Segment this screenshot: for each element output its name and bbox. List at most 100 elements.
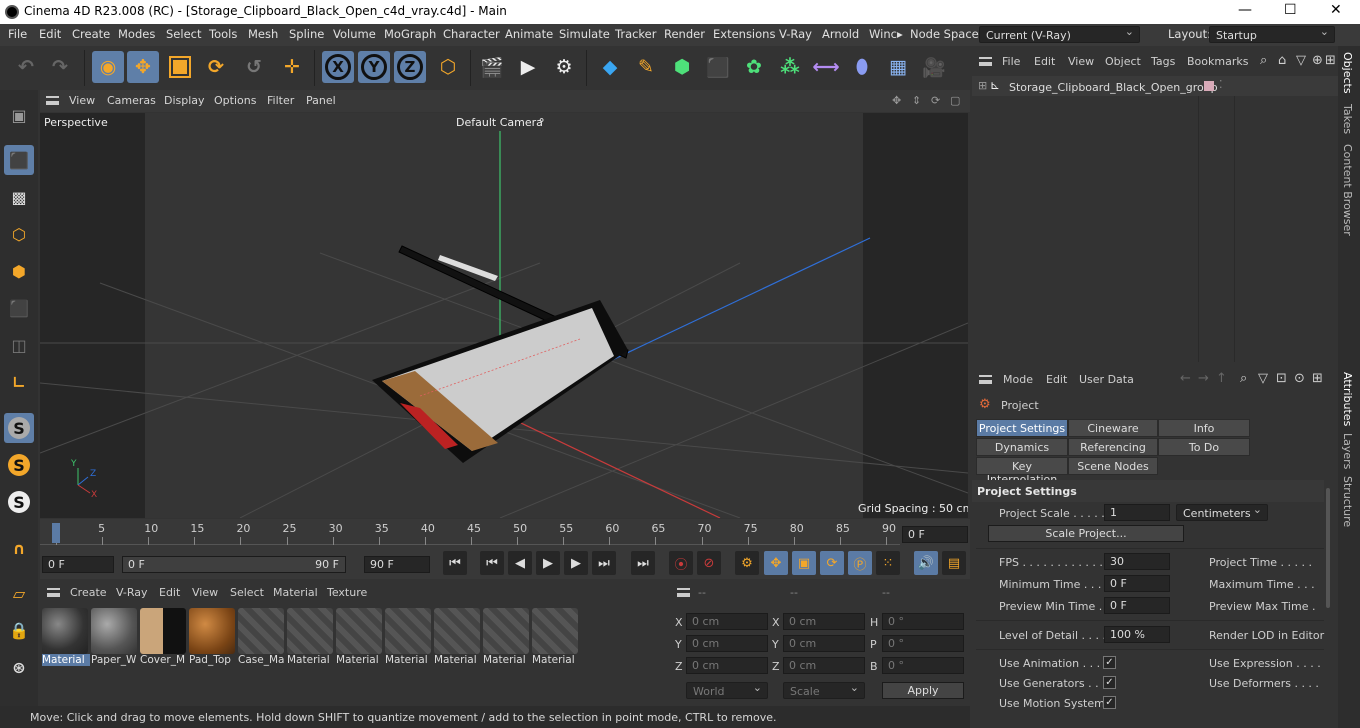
keyframe-selection-icon[interactable]: ⚙ — [735, 551, 759, 575]
key-scale-icon[interactable]: ▣ — [792, 551, 816, 575]
redo-icon[interactable]: ↷ — [44, 51, 76, 83]
pen-icon[interactable]: ✎ — [630, 51, 662, 83]
quantize-icon[interactable]: S — [4, 487, 34, 517]
snap-icon[interactable]: S — [4, 413, 34, 443]
close-button[interactable]: ✕ — [1330, 2, 1342, 18]
viewport-menu-view[interactable]: View — [69, 94, 95, 107]
camera-icon[interactable]: 🎥 — [918, 51, 950, 83]
go-to-end-icon[interactable]: ⏭ — [631, 551, 655, 575]
side-tab-attributes[interactable]: Attributes — [1341, 372, 1354, 426]
side-tab-structure[interactable]: Structure — [1341, 476, 1354, 527]
viewport-menu-filter[interactable]: Filter — [267, 94, 294, 107]
tab-cineware[interactable]: Cineware — [1068, 419, 1158, 437]
tab-dynamics[interactable]: Dynamics — [976, 438, 1068, 456]
attributes-menu-mode[interactable]: Mode — [1003, 373, 1033, 386]
use-motion-system-checkbox[interactable]: ✓ — [1103, 696, 1116, 709]
coord-size-z-field[interactable]: 0 cm — [783, 657, 865, 674]
menu-modes[interactable]: Modes — [118, 27, 155, 41]
side-tab-layers[interactable]: Layers — [1341, 433, 1354, 469]
viewport-menu-options[interactable]: Options — [214, 94, 256, 107]
menu-more-arrow[interactable]: ▸ — [897, 27, 903, 41]
previous-key-icon[interactable]: ⏮ — [480, 551, 504, 575]
material-swatch[interactable] — [483, 608, 529, 654]
film-icon[interactable]: ▤ — [942, 551, 966, 575]
texture-mode-icon[interactable]: ▩ — [4, 182, 34, 212]
material-swatch[interactable] — [91, 608, 137, 654]
play-icon[interactable]: ▶ — [536, 551, 560, 575]
material-swatch[interactable] — [434, 608, 480, 654]
lock-icon[interactable]: ⊡ — [1276, 371, 1287, 386]
viewport-menu-cameras[interactable]: Cameras — [107, 94, 156, 107]
material-label[interactable]: Material — [483, 654, 531, 666]
model-mode-icon[interactable]: ⬛ — [4, 145, 34, 175]
objects-menu-tags[interactable]: Tags — [1151, 55, 1175, 68]
coord-pos-z-field[interactable]: 0 cm — [686, 657, 768, 674]
lock-workplane-icon[interactable]: 🔒 — [4, 615, 34, 645]
material-label[interactable]: Paper_W — [91, 654, 139, 666]
level-of-detail-field[interactable]: 100 % — [1104, 626, 1170, 643]
viewport-maximize-icon[interactable]: ▢ — [950, 94, 960, 107]
objects-menu-file[interactable]: File — [1002, 55, 1020, 68]
solo-icon[interactable]: ⊛ — [4, 652, 34, 682]
minimize-button[interactable]: — — [1238, 2, 1252, 18]
up-arrow-icon[interactable]: ↑ — [1216, 371, 1227, 386]
coord-rot-h-field[interactable]: 0 ° — [882, 613, 964, 630]
material-swatch[interactable] — [532, 608, 578, 654]
render-view-icon[interactable]: 🎬 — [476, 51, 508, 83]
coord-mode-dropdown[interactable]: Scale — [783, 682, 865, 699]
cube-icon[interactable]: ◆ — [594, 51, 626, 83]
scale-icon[interactable] — [164, 51, 196, 83]
home-icon[interactable]: ⌂ — [1278, 53, 1286, 68]
material-swatch[interactable] — [385, 608, 431, 654]
tab-project-settings[interactable]: Project Settings — [976, 419, 1068, 437]
search-icon[interactable]: ⌕ — [1240, 371, 1247, 386]
use-animation-checkbox[interactable]: ✓ — [1103, 656, 1116, 669]
objects-menu-icon[interactable] — [979, 57, 992, 66]
material-swatch[interactable] — [189, 608, 235, 654]
menu-spline[interactable]: Spline — [289, 27, 324, 41]
apply-button[interactable]: Apply — [882, 682, 964, 699]
menu-tools[interactable]: Tools — [209, 27, 237, 41]
world-axis-icon[interactable]: ✛ — [276, 51, 308, 83]
timeline-ruler[interactable]: 051015202530354045505560657075808590 — [40, 519, 900, 545]
maximize-button[interactable]: ☐ — [1284, 2, 1297, 18]
move-icon[interactable]: ✥ — [127, 51, 159, 83]
material-label[interactable]: Material — [336, 654, 384, 666]
axis-mode-icon[interactable]: ∟ — [4, 367, 34, 397]
viewport-menu-icon[interactable] — [46, 96, 59, 105]
link-icon[interactable]: ⊙ — [1294, 371, 1305, 386]
tab-referencing[interactable]: Referencing — [1068, 438, 1158, 456]
search-icon[interactable]: ⌕ — [1260, 53, 1267, 68]
perspective-label[interactable]: Perspective — [44, 116, 108, 129]
points-mode-icon[interactable]: ⬡ — [4, 219, 34, 249]
minimum-time-field[interactable]: 0 F — [1104, 575, 1170, 592]
make-editable-icon[interactable]: ▣ — [4, 100, 34, 130]
material-label[interactable]: Material — [532, 654, 580, 666]
go-to-start-icon[interactable]: ⏮ — [443, 551, 467, 575]
viewport-zoom-icon[interactable]: ⇕ — [912, 94, 921, 107]
undo-icon[interactable]: ↶ — [10, 51, 42, 83]
object-name[interactable]: Storage_Clipboard_Black_Open_group — [1009, 81, 1218, 94]
scale-project-button[interactable]: Scale Project... — [988, 525, 1184, 542]
record-active-icon[interactable]: ⦿ — [669, 551, 693, 575]
tab-scene-nodes[interactable]: Scene Nodes — [1068, 457, 1158, 475]
menu-window[interactable]: Winc — [869, 27, 897, 41]
end-frame-field[interactable]: 90 F — [364, 556, 430, 573]
rotate-icon[interactable]: ⟳ — [200, 51, 232, 83]
material-swatch[interactable] — [336, 608, 382, 654]
material-menu-texture[interactable]: Texture — [327, 586, 367, 599]
menu-arnold[interactable]: Arnold — [822, 27, 859, 41]
render-settings-icon[interactable]: ⚙ — [548, 51, 580, 83]
snap-settings-icon[interactable]: S — [4, 450, 34, 480]
objects-menu-view[interactable]: View — [1068, 55, 1094, 68]
menu-render[interactable]: Render — [664, 27, 705, 41]
material-label[interactable]: Cover_M — [140, 654, 188, 666]
material-label[interactable]: Material — [385, 654, 433, 666]
start-frame-field[interactable]: 0 F — [42, 556, 114, 573]
material-swatch[interactable] — [140, 608, 186, 654]
tab-info[interactable]: Info — [1158, 419, 1250, 437]
material-menu-icon[interactable] — [47, 588, 60, 597]
material-menu-select[interactable]: Select — [230, 586, 264, 599]
coord-size-y-field[interactable]: 0 cm — [783, 635, 865, 652]
menu-edit[interactable]: Edit — [39, 27, 61, 41]
